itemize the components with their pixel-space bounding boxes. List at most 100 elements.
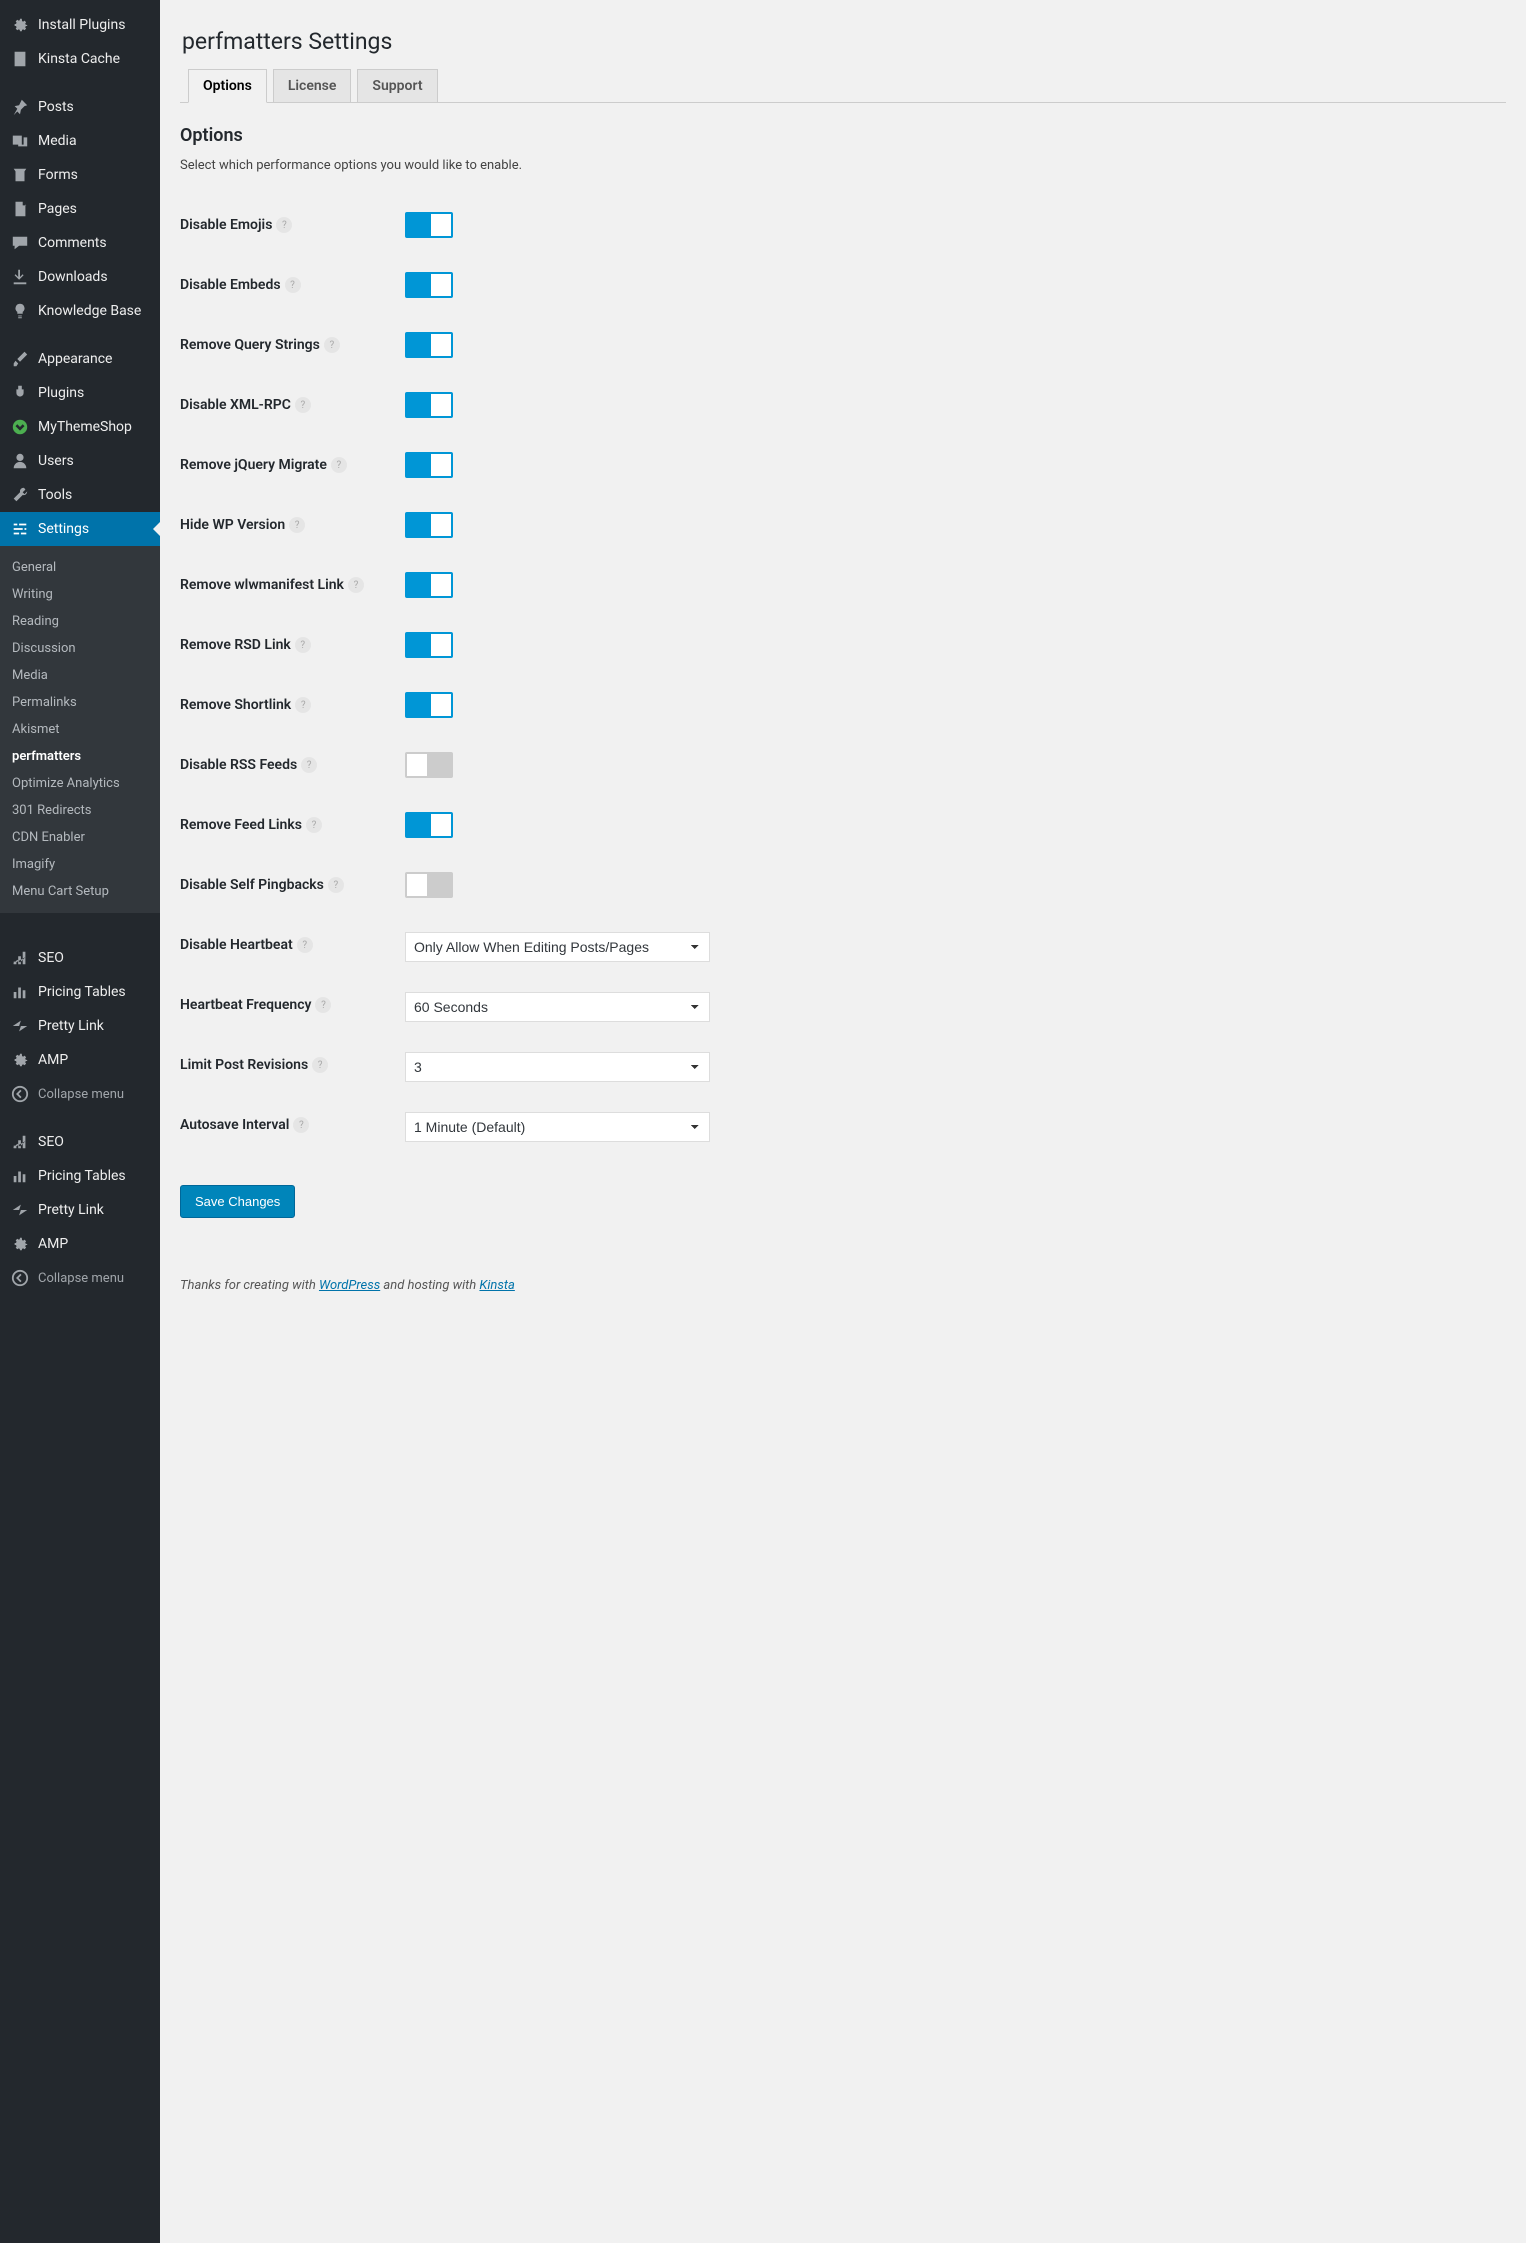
- help-icon[interactable]: ?: [324, 337, 340, 353]
- gear-icon: [10, 16, 30, 34]
- tab-options[interactable]: Options: [188, 69, 267, 103]
- submenu-item-writing[interactable]: Writing: [0, 581, 160, 608]
- select-autosave-interval[interactable]: 1 Minute (Default): [405, 1112, 710, 1142]
- sidebar-item-label: Collapse menu: [38, 1271, 124, 1286]
- help-icon[interactable]: ?: [295, 697, 311, 713]
- toggle-remove-shortlink[interactable]: [405, 692, 453, 718]
- toggle-hide-wp-version[interactable]: [405, 512, 453, 538]
- sidebar-item-users[interactable]: Users: [0, 444, 160, 478]
- toggle-remove-jquery-migrate[interactable]: [405, 452, 453, 478]
- submenu-item-perfmatters[interactable]: perfmatters: [0, 743, 160, 770]
- mts-icon: [10, 418, 30, 436]
- sidebar-item-seo[interactable]: SEO: [0, 1125, 160, 1159]
- sidebar-item-kinsta-cache[interactable]: Kinsta Cache: [0, 42, 160, 76]
- help-icon[interactable]: ?: [297, 937, 313, 953]
- help-icon[interactable]: ?: [315, 997, 331, 1013]
- main-content: perfmatters Settings OptionsLicenseSuppo…: [160, 0, 1526, 2243]
- help-icon[interactable]: ?: [331, 457, 347, 473]
- settings-submenu: GeneralWritingReadingDiscussionMediaPerm…: [0, 546, 160, 913]
- sidebar-item-label: AMP: [38, 1052, 68, 1068]
- sidebar-item-label: SEO: [38, 1134, 64, 1150]
- toggle-remove-query-strings[interactable]: [405, 332, 453, 358]
- sidebar-item-label: Pretty Link: [38, 1018, 104, 1034]
- brush-icon: [10, 350, 30, 368]
- help-icon[interactable]: ?: [289, 517, 305, 533]
- help-icon[interactable]: ?: [306, 817, 322, 833]
- toggle-disable-rss-feeds[interactable]: [405, 752, 453, 778]
- wordpress-link[interactable]: WordPress: [319, 1278, 380, 1293]
- help-icon[interactable]: ?: [312, 1057, 328, 1073]
- sliders-icon: [10, 520, 30, 538]
- submenu-item-301-redirects[interactable]: 301 Redirects: [0, 797, 160, 824]
- sidebar-item-amp[interactable]: AMP: [0, 1043, 160, 1077]
- sidebar-item-appearance[interactable]: Appearance: [0, 342, 160, 376]
- submenu-item-permalinks[interactable]: Permalinks: [0, 689, 160, 716]
- sidebar-item-label: AMP: [38, 1236, 68, 1252]
- sidebar-item-collapse-menu[interactable]: Collapse menu: [0, 1077, 160, 1111]
- sidebar-item-media[interactable]: Media: [0, 124, 160, 158]
- submenu-item-discussion[interactable]: Discussion: [0, 635, 160, 662]
- sidebar-item-plugins[interactable]: Plugins: [0, 376, 160, 410]
- sidebar-item-label: Pricing Tables: [38, 1168, 126, 1184]
- option-label: Remove wlwmanifest Link?: [180, 557, 405, 617]
- option-label: Remove Feed Links?: [180, 797, 405, 857]
- sidebar-item-collapse-menu[interactable]: Collapse menu: [0, 1261, 160, 1295]
- save-changes-button[interactable]: Save Changes: [180, 1185, 295, 1218]
- sidebar-item-label: Install Plugins: [38, 17, 125, 33]
- sidebar-item-knowledge-base[interactable]: Knowledge Base: [0, 294, 160, 328]
- tab-license[interactable]: License: [273, 69, 352, 103]
- submenu-item-optimize-analytics[interactable]: Optimize Analytics: [0, 770, 160, 797]
- page-title: perfmatters Settings: [182, 28, 1506, 55]
- sidebar-item-pricing-tables[interactable]: Pricing Tables: [0, 975, 160, 1009]
- select-limit-post-revisions[interactable]: 3: [405, 1052, 710, 1082]
- sidebar-item-settings[interactable]: Settings: [0, 512, 160, 546]
- option-label: Hide WP Version?: [180, 497, 405, 557]
- sidebar-item-seo[interactable]: SEO: [0, 941, 160, 975]
- submenu-item-general[interactable]: General: [0, 554, 160, 581]
- submenu-item-akismet[interactable]: Akismet: [0, 716, 160, 743]
- sidebar-item-label: Collapse menu: [38, 1087, 124, 1102]
- sidebar-item-comments[interactable]: Comments: [0, 226, 160, 260]
- submenu-item-menu-cart-setup[interactable]: Menu Cart Setup: [0, 878, 160, 905]
- help-icon[interactable]: ?: [285, 277, 301, 293]
- tab-support[interactable]: Support: [357, 69, 437, 103]
- sidebar-item-downloads[interactable]: Downloads: [0, 260, 160, 294]
- sidebar-item-label: Plugins: [38, 385, 84, 401]
- toggle-disable-self-pingbacks[interactable]: [405, 872, 453, 898]
- select-disable-heartbeat[interactable]: Only Allow When Editing Posts/Pages: [405, 932, 710, 962]
- download-icon: [10, 268, 30, 286]
- help-icon[interactable]: ?: [295, 397, 311, 413]
- sidebar-item-pages[interactable]: Pages: [0, 192, 160, 226]
- submenu-item-media[interactable]: Media: [0, 662, 160, 689]
- sidebar-item-forms[interactable]: Forms: [0, 158, 160, 192]
- toggle-disable-emojis[interactable]: [405, 212, 453, 238]
- sidebar-item-tools[interactable]: Tools: [0, 478, 160, 512]
- help-icon[interactable]: ?: [295, 637, 311, 653]
- help-icon[interactable]: ?: [276, 217, 292, 233]
- sidebar-item-pretty-link[interactable]: Pretty Link: [0, 1009, 160, 1043]
- pin-icon: [10, 98, 30, 116]
- toggle-disable-embeds[interactable]: [405, 272, 453, 298]
- sidebar-item-amp[interactable]: AMP: [0, 1227, 160, 1261]
- sidebar-item-pricing-tables[interactable]: Pricing Tables: [0, 1159, 160, 1193]
- toggle-remove-wlwmanifest-link[interactable]: [405, 572, 453, 598]
- help-icon[interactable]: ?: [293, 1117, 309, 1133]
- sidebar-item-mythemeshop[interactable]: MyThemeShop: [0, 410, 160, 444]
- help-icon[interactable]: ?: [328, 877, 344, 893]
- sidebar-item-label: Pricing Tables: [38, 984, 126, 1000]
- sidebar-item-label: Kinsta Cache: [38, 51, 120, 67]
- submenu-item-cdn-enabler[interactable]: CDN Enabler: [0, 824, 160, 851]
- submenu-item-reading[interactable]: Reading: [0, 608, 160, 635]
- sidebar-item-label: Media: [38, 133, 77, 149]
- toggle-remove-rsd-link[interactable]: [405, 632, 453, 658]
- kinsta-link[interactable]: Kinsta: [479, 1278, 514, 1293]
- help-icon[interactable]: ?: [348, 577, 364, 593]
- sidebar-item-pretty-link[interactable]: Pretty Link: [0, 1193, 160, 1227]
- toggle-remove-feed-links[interactable]: [405, 812, 453, 838]
- select-heartbeat-frequency[interactable]: 60 Seconds: [405, 992, 710, 1022]
- submenu-item-imagify[interactable]: Imagify: [0, 851, 160, 878]
- sidebar-item-install-plugins[interactable]: Install Plugins: [0, 8, 160, 42]
- toggle-disable-xml-rpc[interactable]: [405, 392, 453, 418]
- sidebar-item-posts[interactable]: Posts: [0, 90, 160, 124]
- help-icon[interactable]: ?: [301, 757, 317, 773]
